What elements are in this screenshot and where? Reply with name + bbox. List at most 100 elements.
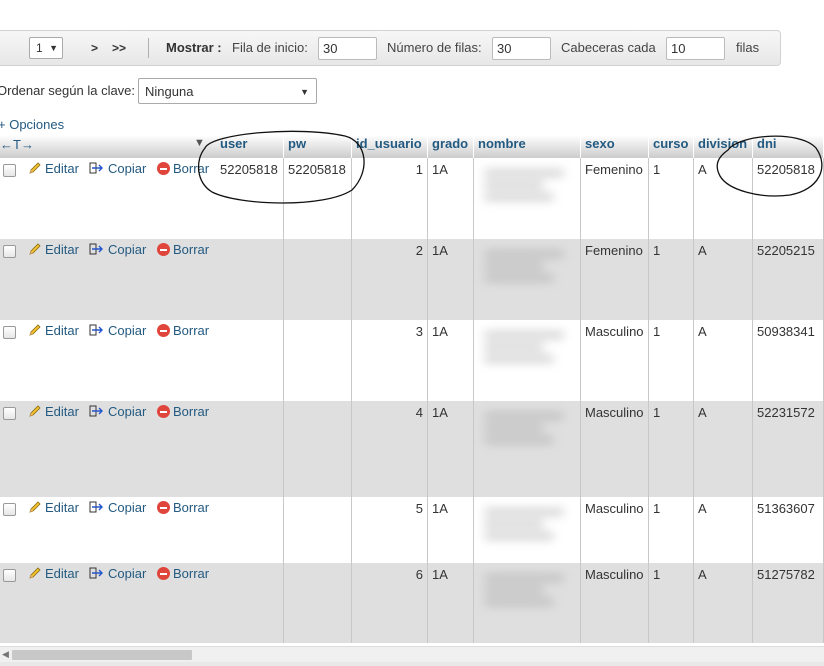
delete-link[interactable]: Borrar	[157, 566, 209, 582]
cell-id-usuario[interactable]: 6	[352, 563, 428, 643]
cell-division[interactable]: A	[694, 239, 753, 320]
last-page-button[interactable]: >>	[112, 31, 126, 65]
copy-link[interactable]: Copiar	[89, 404, 146, 420]
cell-curso[interactable]: 1	[649, 563, 694, 643]
cell-grado[interactable]: 1A	[428, 239, 474, 320]
cell-pw[interactable]	[284, 563, 352, 643]
cell-id-usuario[interactable]: 4	[352, 401, 428, 497]
scrollbar-thumb[interactable]	[12, 650, 192, 660]
row-checkbox[interactable]	[3, 569, 16, 582]
row-checkbox[interactable]	[3, 503, 16, 516]
cell-dni[interactable]: 51275782	[753, 563, 824, 643]
edit-link[interactable]: Editar	[28, 500, 79, 516]
cell-pw[interactable]	[284, 239, 352, 320]
cell-user[interactable]	[216, 320, 284, 401]
cell-curso[interactable]: 1	[649, 497, 694, 563]
cell-dni[interactable]: 52205215	[753, 239, 824, 320]
row-checkbox[interactable]	[3, 245, 16, 258]
cell-curso[interactable]: 1	[649, 158, 694, 239]
cell-dni[interactable]: 51363607	[753, 497, 824, 563]
cell-sexo[interactable]: Femenino	[581, 239, 649, 320]
cell-grado[interactable]: 1A	[428, 320, 474, 401]
row-count-input[interactable]: 30	[492, 37, 551, 60]
cell-dni[interactable]: 52231572	[753, 401, 824, 497]
copy-link[interactable]: Copiar	[89, 242, 146, 258]
edit-link[interactable]: Editar	[28, 161, 79, 177]
mostrar-label: Mostrar :	[166, 40, 222, 55]
cell-division[interactable]: A	[694, 497, 753, 563]
delete-link[interactable]: Borrar	[157, 161, 209, 177]
copy-link[interactable]: Copiar	[89, 566, 146, 582]
start-row-input[interactable]: 30	[318, 37, 377, 60]
cell-sexo[interactable]: Masculino	[581, 320, 649, 401]
delete-label: Borrar	[173, 500, 210, 515]
copy-icon	[89, 501, 103, 513]
page-select[interactable]: 1 ▼	[29, 37, 63, 59]
headers-every-input[interactable]: 10	[666, 37, 725, 60]
column-header-pw[interactable]: pw	[284, 135, 352, 158]
cell-id-usuario[interactable]: 3	[352, 320, 428, 401]
row-checkbox[interactable]	[3, 164, 16, 177]
cell-user[interactable]	[216, 239, 284, 320]
delete-link[interactable]: Borrar	[157, 500, 209, 516]
cell-grado[interactable]: 1A	[428, 497, 474, 563]
delete-link[interactable]: Borrar	[157, 404, 209, 420]
separator	[148, 38, 149, 58]
cell-user[interactable]	[216, 401, 284, 497]
column-header-nombre[interactable]: nombre	[474, 135, 581, 158]
cell-sexo[interactable]: Masculino	[581, 401, 649, 497]
horizontal-scrollbar[interactable]: ◀	[0, 646, 824, 663]
cell-user[interactable]: 52205818	[216, 158, 284, 239]
cell-user[interactable]	[216, 497, 284, 563]
copy-link[interactable]: Copiar	[89, 500, 146, 516]
edit-link[interactable]: Editar	[28, 242, 79, 258]
column-header-division[interactable]: division	[694, 135, 753, 158]
column-header-sexo[interactable]: sexo	[581, 135, 649, 158]
delete-link[interactable]: Borrar	[157, 323, 209, 339]
cell-division[interactable]: A	[694, 563, 753, 643]
cell-grado[interactable]: 1A	[428, 158, 474, 239]
edit-link[interactable]: Editar	[28, 323, 79, 339]
navigation-bar: 1 ▼ > >> Mostrar : Fila de inicio: 30 Nú…	[0, 30, 781, 66]
copy-link[interactable]: Copiar	[89, 323, 146, 339]
cell-pw[interactable]: 52205818	[284, 158, 352, 239]
cell-division[interactable]: A	[694, 401, 753, 497]
cell-pw[interactable]	[284, 401, 352, 497]
delete-icon	[157, 405, 170, 418]
edit-link[interactable]: Editar	[28, 404, 79, 420]
cell-pw[interactable]	[284, 497, 352, 563]
column-header-id-usuario[interactable]: id_usuario	[352, 135, 428, 158]
cell-curso[interactable]: 1	[649, 239, 694, 320]
cell-grado[interactable]: 1A	[428, 563, 474, 643]
sort-indicator-icon[interactable]: ▼	[194, 137, 205, 149]
cell-dni[interactable]: 52205818	[753, 158, 824, 239]
sort-by-key-select[interactable]: Ninguna ▼	[138, 78, 317, 104]
cell-division[interactable]: A	[694, 158, 753, 239]
cell-sexo[interactable]: Masculino	[581, 563, 649, 643]
options-link[interactable]: + Opciones	[0, 117, 64, 132]
next-page-button[interactable]: >	[91, 31, 98, 65]
cell-dni[interactable]: 50938341	[753, 320, 824, 401]
cell-curso[interactable]: 1	[649, 320, 694, 401]
cell-user[interactable]	[216, 563, 284, 643]
cell-grado[interactable]: 1A	[428, 401, 474, 497]
column-header-curso[interactable]: curso	[649, 135, 694, 158]
column-resize-icon[interactable]: ←T→	[0, 137, 34, 152]
cell-sexo[interactable]: Femenino	[581, 158, 649, 239]
column-header-dni[interactable]: dni	[753, 135, 824, 158]
delete-link[interactable]: Borrar	[157, 242, 209, 258]
column-header-user[interactable]: user	[216, 135, 284, 158]
scroll-left-icon[interactable]: ◀	[2, 649, 9, 660]
column-header-grado[interactable]: grado	[428, 135, 474, 158]
cell-id-usuario[interactable]: 5	[352, 497, 428, 563]
copy-link[interactable]: Copiar	[89, 161, 146, 177]
row-checkbox[interactable]	[3, 407, 16, 420]
cell-division[interactable]: A	[694, 320, 753, 401]
cell-pw[interactable]	[284, 320, 352, 401]
row-checkbox[interactable]	[3, 326, 16, 339]
cell-curso[interactable]: 1	[649, 401, 694, 497]
cell-id-usuario[interactable]: 1	[352, 158, 428, 239]
edit-link[interactable]: Editar	[28, 566, 79, 582]
cell-sexo[interactable]: Masculino	[581, 497, 649, 563]
cell-id-usuario[interactable]: 2	[352, 239, 428, 320]
